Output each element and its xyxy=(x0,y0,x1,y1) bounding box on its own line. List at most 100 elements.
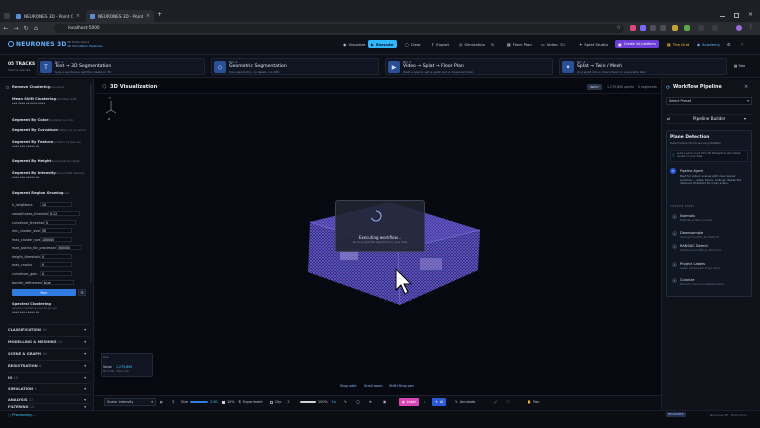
extension-icon[interactable] xyxy=(698,25,704,31)
param-input[interactable]: 0.12 xyxy=(48,211,80,216)
sidebar-scrollbar[interactable] xyxy=(90,83,92,283)
close-panel-icon[interactable]: × xyxy=(744,84,748,90)
visualize-button[interactable]: ◉ Visualize xyxy=(340,40,369,48)
zoom-control[interactable]: 100% 1x xyxy=(300,398,336,406)
the-grid-button[interactable]: ▦ The Grid xyxy=(664,40,692,48)
select-button[interactable]: ⊕ xyxy=(369,398,372,406)
section-count: 10 xyxy=(42,351,47,356)
section-scene-graph[interactable]: SCENE & GRAPH 10 ▾ xyxy=(8,348,90,358)
palette-button[interactable]: ◐ xyxy=(160,398,163,406)
simulation-button[interactable]: ◎ Simulation xyxy=(456,40,488,48)
algorithm-desc: Segmentation by features xyxy=(47,141,81,144)
grid-toggle[interactable]: 10% xyxy=(222,398,235,406)
param-input[interactable]: 0 xyxy=(40,262,72,267)
param-input[interactable]: 0 xyxy=(44,220,76,225)
extension-icon[interactable] xyxy=(712,25,718,31)
size-control[interactable]: Size 2.00 xyxy=(181,398,218,406)
pan-button[interactable]: ✋ Pan xyxy=(527,398,539,406)
create-platform-button[interactable]: ▣ Create 3d platform xyxy=(615,40,659,48)
reset-view-button[interactable]: ⛶ xyxy=(507,398,509,406)
extension-icon[interactable] xyxy=(684,25,690,31)
window-minimize-icon[interactable] xyxy=(720,16,725,17)
close-tab-icon[interactable]: × xyxy=(146,13,150,19)
track-card-splat-mesh[interactable]: ✦ NO. 4 Splat → Twin / Mesh Any splat in… xyxy=(559,58,727,75)
execute-button[interactable]: ▶ Execute xyxy=(368,40,397,48)
param-input[interactable]: 300000 xyxy=(56,245,82,250)
step-title: Colorize xyxy=(680,278,695,282)
bookmark-star-icon[interactable]: ☆ xyxy=(616,24,622,31)
target-icon: ⊕ xyxy=(369,400,372,404)
section-simulation[interactable]: SIMULATION 5 ▾ xyxy=(8,383,90,393)
floorplan-icon: ▦ xyxy=(507,41,511,47)
sparkle-icon: ✦ xyxy=(435,400,438,404)
theme-button[interactable]: ☾ xyxy=(738,40,748,48)
ai-toggle-arrow[interactable]: › xyxy=(424,398,425,406)
close-tab-icon[interactable]: × xyxy=(76,13,80,19)
refresh-button[interactable]: ↻ xyxy=(488,40,497,48)
preset-select[interactable]: Select Preset ▾ xyxy=(666,97,752,105)
floor-plan-button[interactable]: ▦ Floor Plan xyxy=(504,40,535,48)
ai-button[interactable]: ✦ AI xyxy=(432,398,447,406)
window-close-icon[interactable]: × xyxy=(748,11,753,18)
measure-button[interactable]: ✎ xyxy=(344,398,347,406)
lasso-button[interactable]: ◯ xyxy=(356,398,360,406)
color-mode-select[interactable]: Scalar Intensity ▾ xyxy=(104,398,156,406)
param-input[interactable]: 30 xyxy=(40,228,72,233)
filter-button[interactable]: ⚲ xyxy=(172,398,174,406)
annotate-button[interactable]: ✎ Annotate xyxy=(455,398,475,406)
url-input[interactable]: localhost:5000 xyxy=(54,24,624,33)
param-input[interactable]: 10 xyxy=(40,202,72,207)
run-algorithm-button[interactable]: Run xyxy=(12,289,76,296)
camera-button[interactable]: ▣ xyxy=(383,398,386,406)
track-desc: Any splat into a clean mesh or queryable… xyxy=(577,70,647,74)
zoom-slider[interactable] xyxy=(300,401,316,403)
fullscreen-button[interactable]: ⤢ xyxy=(494,398,497,406)
browser-menu-icon[interactable]: ⋮ xyxy=(748,23,754,30)
extension-icon[interactable] xyxy=(630,25,636,31)
param-input[interactable]: 0 xyxy=(40,254,72,259)
new-tab-button[interactable]: + xyxy=(157,11,162,18)
see-all-tracks-link[interactable]: ▦ See xyxy=(734,64,745,68)
section-modelling[interactable]: MODELLING & MESHING 10 ▾ xyxy=(8,336,90,346)
back-icon[interactable]: ← xyxy=(2,25,10,33)
browser-tab[interactable]: NEURONES 3D - Point Cloud I × xyxy=(12,10,84,22)
checkbox-icon[interactable] xyxy=(222,400,225,404)
video-button[interactable]: ▭ Video 3D xyxy=(538,40,568,48)
extension-icon[interactable] xyxy=(672,25,678,31)
section-count: 10 xyxy=(42,327,47,332)
section-io[interactable]: IO 10 ▾ xyxy=(8,372,90,382)
academy-button[interactable]: ◆ Academy xyxy=(694,40,723,48)
splat-studio-button[interactable]: ✦ Splat Studio xyxy=(576,40,611,48)
section-classification[interactable]: CLASSIFICATION 10 ▾ xyxy=(8,324,90,334)
forward-icon[interactable]: → xyxy=(12,25,20,33)
settings-button[interactable]: ⚙ xyxy=(724,40,734,48)
profile-avatar[interactable] xyxy=(736,25,742,31)
checkbox-icon[interactable] xyxy=(6,86,9,89)
section-registration[interactable]: REGISTRATION 6 ▾ xyxy=(8,360,90,370)
extension-icon[interactable] xyxy=(660,25,666,31)
label-button[interactable]: ◆ Label xyxy=(399,398,419,406)
param-input[interactable]: 0 xyxy=(40,271,72,276)
section-filtering[interactable]: FILTERING 15 ▾ xyxy=(8,403,90,410)
browser-tab-active[interactable]: NEURONES 3D - Point Cloud I × xyxy=(86,10,154,22)
algorithm-title-selected[interactable]: Segment Region Growing xyxy=(12,191,63,195)
algorithm-options-button[interactable]: ⚙ xyxy=(78,289,86,296)
clear-button[interactable]: ▢ Clear xyxy=(402,40,424,48)
window-maximize-icon[interactable] xyxy=(734,13,739,18)
export-button[interactable]: ⇪ Export xyxy=(428,40,452,48)
extension-icon[interactable] xyxy=(640,25,646,31)
size-slider[interactable] xyxy=(189,401,208,403)
track-card-geometric[interactable]: ◇ NO. 2 Geometric Segmentation Pure geom… xyxy=(211,58,379,75)
section-count: 6 xyxy=(38,363,42,368)
experiment-button[interactable]: ⚗ Experiment xyxy=(238,398,263,406)
param-input[interactable]: true xyxy=(42,280,74,285)
extension-icon[interactable] xyxy=(650,25,656,31)
checkbox-icon[interactable] xyxy=(270,400,273,404)
chevron-down-icon: ▾ xyxy=(84,405,86,409)
track-card-text-3d[interactable]: T NO. 1 Text → 3D Segmentation type a se… xyxy=(37,58,205,75)
home-icon[interactable]: ⌂ xyxy=(32,25,40,33)
param-input[interactable]: 100000 xyxy=(40,237,72,242)
track-card-video-floorplan[interactable]: ▶ NO. 3 Video → Splat → Floor Plan Walk … xyxy=(385,58,553,75)
clip-control[interactable]: Clip 2 xyxy=(270,398,290,406)
reload-icon[interactable]: ↻ xyxy=(22,25,30,33)
